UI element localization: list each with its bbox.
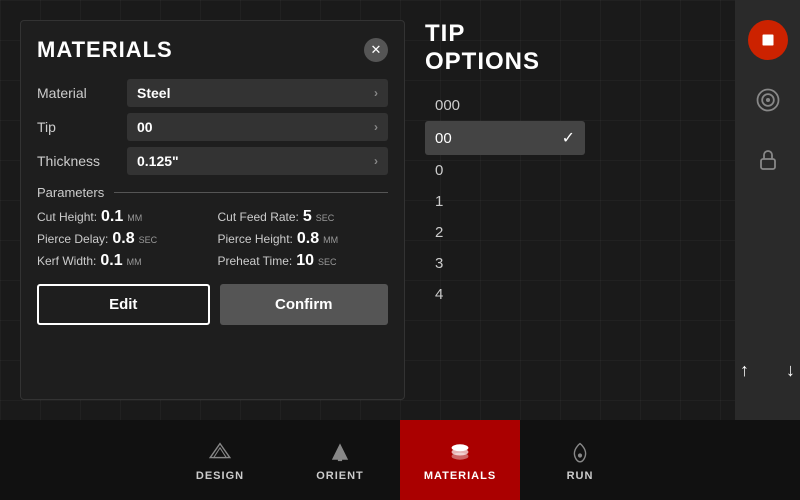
tip-field-row: Tip 00 › [37,113,388,141]
tip-item-000[interactable]: 000 [425,90,585,121]
tip-chevron-icon: › [374,120,378,134]
bottom-nav: DESIGN ORIENT MATERIALS RUN [0,420,800,500]
target-icon [754,86,782,114]
nav-item-orient[interactable]: ORIENT [280,420,400,500]
target-button[interactable] [748,80,788,120]
cut-feed-rate-param: Cut Feed Rate: 5 SEC [218,208,389,226]
materials-label: MATERIALS [424,470,496,482]
right-sidebar: ↑ ↓ [735,0,800,420]
tip-list: 000 00 ✓ 0 1 2 3 4 [425,90,585,310]
upload-button[interactable]: ↑ [725,350,765,390]
design-label: DESIGN [196,470,244,482]
tip-item-4[interactable]: 4 [425,279,585,310]
tip-options-panel: TIP OPTIONS 000 00 ✓ 0 1 2 3 4 [425,20,585,400]
tip-item-3[interactable]: 3 [425,248,585,279]
download-button[interactable]: ↓ [771,350,800,390]
lock-icon [756,148,780,172]
nav-item-design[interactable]: DESIGN [160,420,280,500]
confirm-button[interactable]: Confirm [220,284,389,325]
orient-icon [326,438,354,466]
pierce-delay-param: Pierce Delay: 0.8 SEC [37,230,208,248]
thickness-chevron-icon: › [374,154,378,168]
tip-item-2[interactable]: 2 [425,217,585,248]
materials-panel: MATERIALS ✕ Material Steel › Tip 00 › Th… [20,20,405,400]
thickness-field-row: Thickness 0.125" › [37,147,388,175]
tip-label: Tip [37,119,127,135]
stop-icon [757,29,779,51]
tip-item-00[interactable]: 00 ✓ [425,121,585,155]
tip-value[interactable]: 00 › [127,113,388,141]
run-label: RUN [567,470,594,482]
stop-button[interactable] [748,20,788,60]
action-buttons: Edit Confirm [37,284,388,325]
parameters-label: Parameters [37,185,104,200]
materials-icon [446,438,474,466]
tip-item-1[interactable]: 1 [425,186,585,217]
divider-line [114,192,388,193]
tip-options-title: TIP OPTIONS [425,20,585,76]
design-icon [206,438,234,466]
panel-header: MATERIALS ✕ [37,37,388,63]
params-grid: Cut Height: 0.1 MM Cut Feed Rate: 5 SEC … [37,208,388,270]
close-button[interactable]: ✕ [364,38,388,62]
tip-item-0[interactable]: 0 [425,155,585,186]
pierce-height-param: Pierce Height: 0.8 MM [218,230,389,248]
lock-button[interactable] [748,140,788,180]
material-field-row: Material Steel › [37,79,388,107]
edit-button[interactable]: Edit [37,284,210,325]
kerf-width-param: Kerf Width: 0.1 MM [37,252,208,270]
nav-item-materials[interactable]: MATERIALS [400,420,520,500]
check-icon: ✓ [562,128,575,148]
material-label: Material [37,85,127,101]
orient-label: ORIENT [316,470,364,482]
parameters-divider: Parameters [37,185,388,200]
thickness-value[interactable]: 0.125" › [127,147,388,175]
material-value[interactable]: Steel › [127,79,388,107]
materials-title: MATERIALS [37,37,173,63]
nav-item-run[interactable]: RUN [520,420,640,500]
cut-height-param: Cut Height: 0.1 MM [37,208,208,226]
run-icon [566,438,594,466]
preheat-time-param: Preheat Time: 10 SEC [218,252,389,270]
material-chevron-icon: › [374,86,378,100]
thickness-label: Thickness [37,153,127,169]
